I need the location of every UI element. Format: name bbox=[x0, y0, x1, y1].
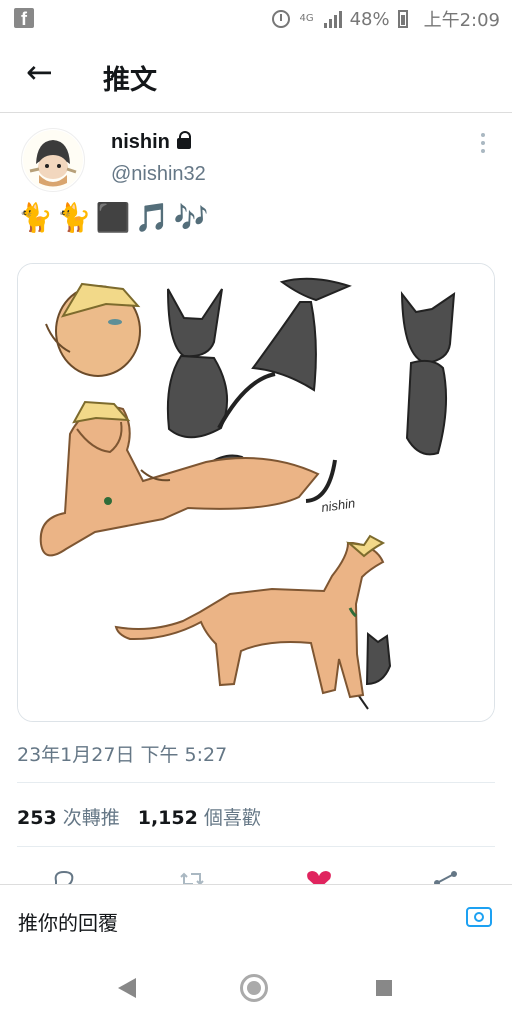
alarm-icon bbox=[271, 10, 290, 28]
avatar[interactable] bbox=[21, 128, 85, 192]
more-options-icon[interactable] bbox=[481, 133, 485, 157]
tweet-image[interactable]: nishin bbox=[17, 263, 495, 722]
retweets-stat[interactable]: 253 次轉推 bbox=[17, 803, 120, 830]
home-icon[interactable] bbox=[240, 974, 268, 1002]
signal-icon bbox=[323, 10, 342, 28]
divider bbox=[17, 846, 495, 847]
top-app-bar: ← 推文 bbox=[0, 36, 512, 113]
black-square-emoji: ⬛ bbox=[95, 201, 131, 234]
battery-icon bbox=[397, 10, 408, 28]
system-navigation-bar bbox=[0, 948, 512, 1024]
tweet-timestamp: 23年1月27日 下午 5:27 bbox=[17, 744, 228, 766]
arrow-left-icon[interactable]: ← bbox=[26, 56, 53, 88]
cat-emoji-1: 🐈 bbox=[18, 201, 53, 234]
page-title: 推文 bbox=[103, 65, 157, 96]
reply-input[interactable]: 推你的回覆 bbox=[18, 907, 118, 936]
tweet-stats: 253 次轉推 1,152 個喜歡 bbox=[17, 803, 261, 830]
cat-emoji-2: 🐈 bbox=[56, 201, 92, 234]
network-indicator: 4G bbox=[299, 13, 314, 24]
nav-back-icon[interactable] bbox=[118, 978, 136, 998]
clock: 上午2:09 bbox=[423, 10, 500, 31]
display-name[interactable]: nishin bbox=[111, 131, 191, 154]
music-notes-emoji: 🎶 bbox=[173, 201, 209, 234]
user-handle[interactable]: @nishin32 bbox=[111, 163, 206, 186]
facebook-icon: f bbox=[14, 8, 34, 29]
likes-stat[interactable]: 1,152 個喜歡 bbox=[138, 803, 261, 830]
status-right: 4G 48% 上午2:09 bbox=[271, 6, 500, 32]
battery-percent: 48% bbox=[349, 8, 390, 30]
display-name-text[interactable]: nishin bbox=[111, 131, 170, 153]
lock-icon bbox=[176, 131, 191, 149]
reply-composer[interactable]: 推你的回覆 bbox=[0, 884, 512, 949]
music-note-emoji: 🎵 bbox=[134, 201, 170, 234]
camera-icon[interactable] bbox=[466, 907, 492, 927]
recent-apps-icon[interactable] bbox=[376, 980, 392, 996]
tweet-text: 🐈 🐈 ⬛ 🎵 🎶 bbox=[18, 201, 208, 235]
divider bbox=[17, 782, 495, 783]
status-bar: f 4G 48% 上午2:09 bbox=[0, 0, 512, 36]
